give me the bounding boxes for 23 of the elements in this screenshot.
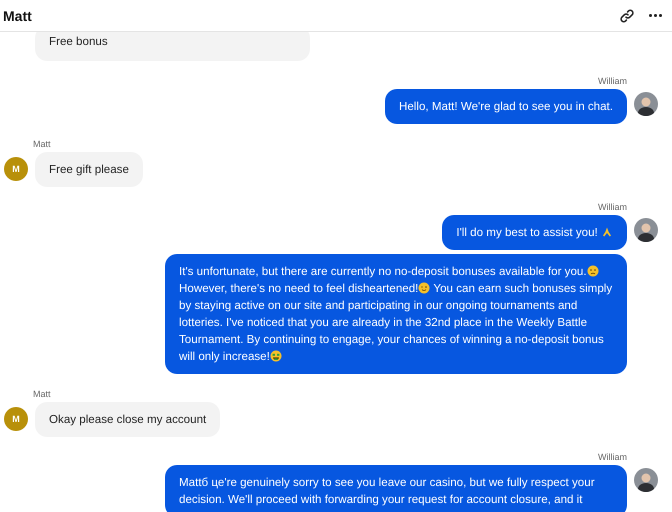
message-bubble: Okay please close my account [35, 402, 220, 437]
sender-name: William [598, 452, 627, 462]
user-avatar [634, 468, 658, 492]
user-avatar: M [4, 407, 28, 431]
message-bubble: Mattб це're genuinely sorry to see you leave our casino, but we fully respect your decision. We'll proceed with forwarding your request for account closure, and it [165, 465, 627, 512]
winking-face-icon [418, 282, 430, 294]
user-avatar [634, 92, 658, 116]
message-bubble: Hello, Matt! We're glad to see you in chat. [384, 89, 627, 124]
sender-name: Matt [33, 139, 52, 149]
message-bubble: I'll do my best to assist you! [442, 215, 627, 250]
more-icon [649, 14, 662, 17]
sad-face-icon [586, 265, 599, 277]
link-icon [619, 8, 635, 24]
message-bubble: Free bonus [35, 32, 310, 61]
user-avatar: M [4, 157, 28, 181]
message-bubble: It's unfortunate, but there are currently no no-deposit bonuses available for you. However, there's no need to feel disheartened! You can earn such bonuses simply by staying active on our site and participating in our ongoing tournaments and lotteries. I've noticed that you are already in the 32nd place in the Weekly Battle Tournament. By continuing to engage, your chances of winning a no-deposit bonus will only increase! [165, 254, 627, 374]
user-avatar [634, 218, 658, 242]
sender-name: Matt [33, 389, 52, 399]
sender-name: William [598, 202, 627, 212]
chat-title: Matt [3, 8, 32, 24]
sender-name: William [598, 76, 627, 86]
money-face-icon [270, 350, 282, 362]
message-bubble: Free gift please [35, 152, 143, 187]
